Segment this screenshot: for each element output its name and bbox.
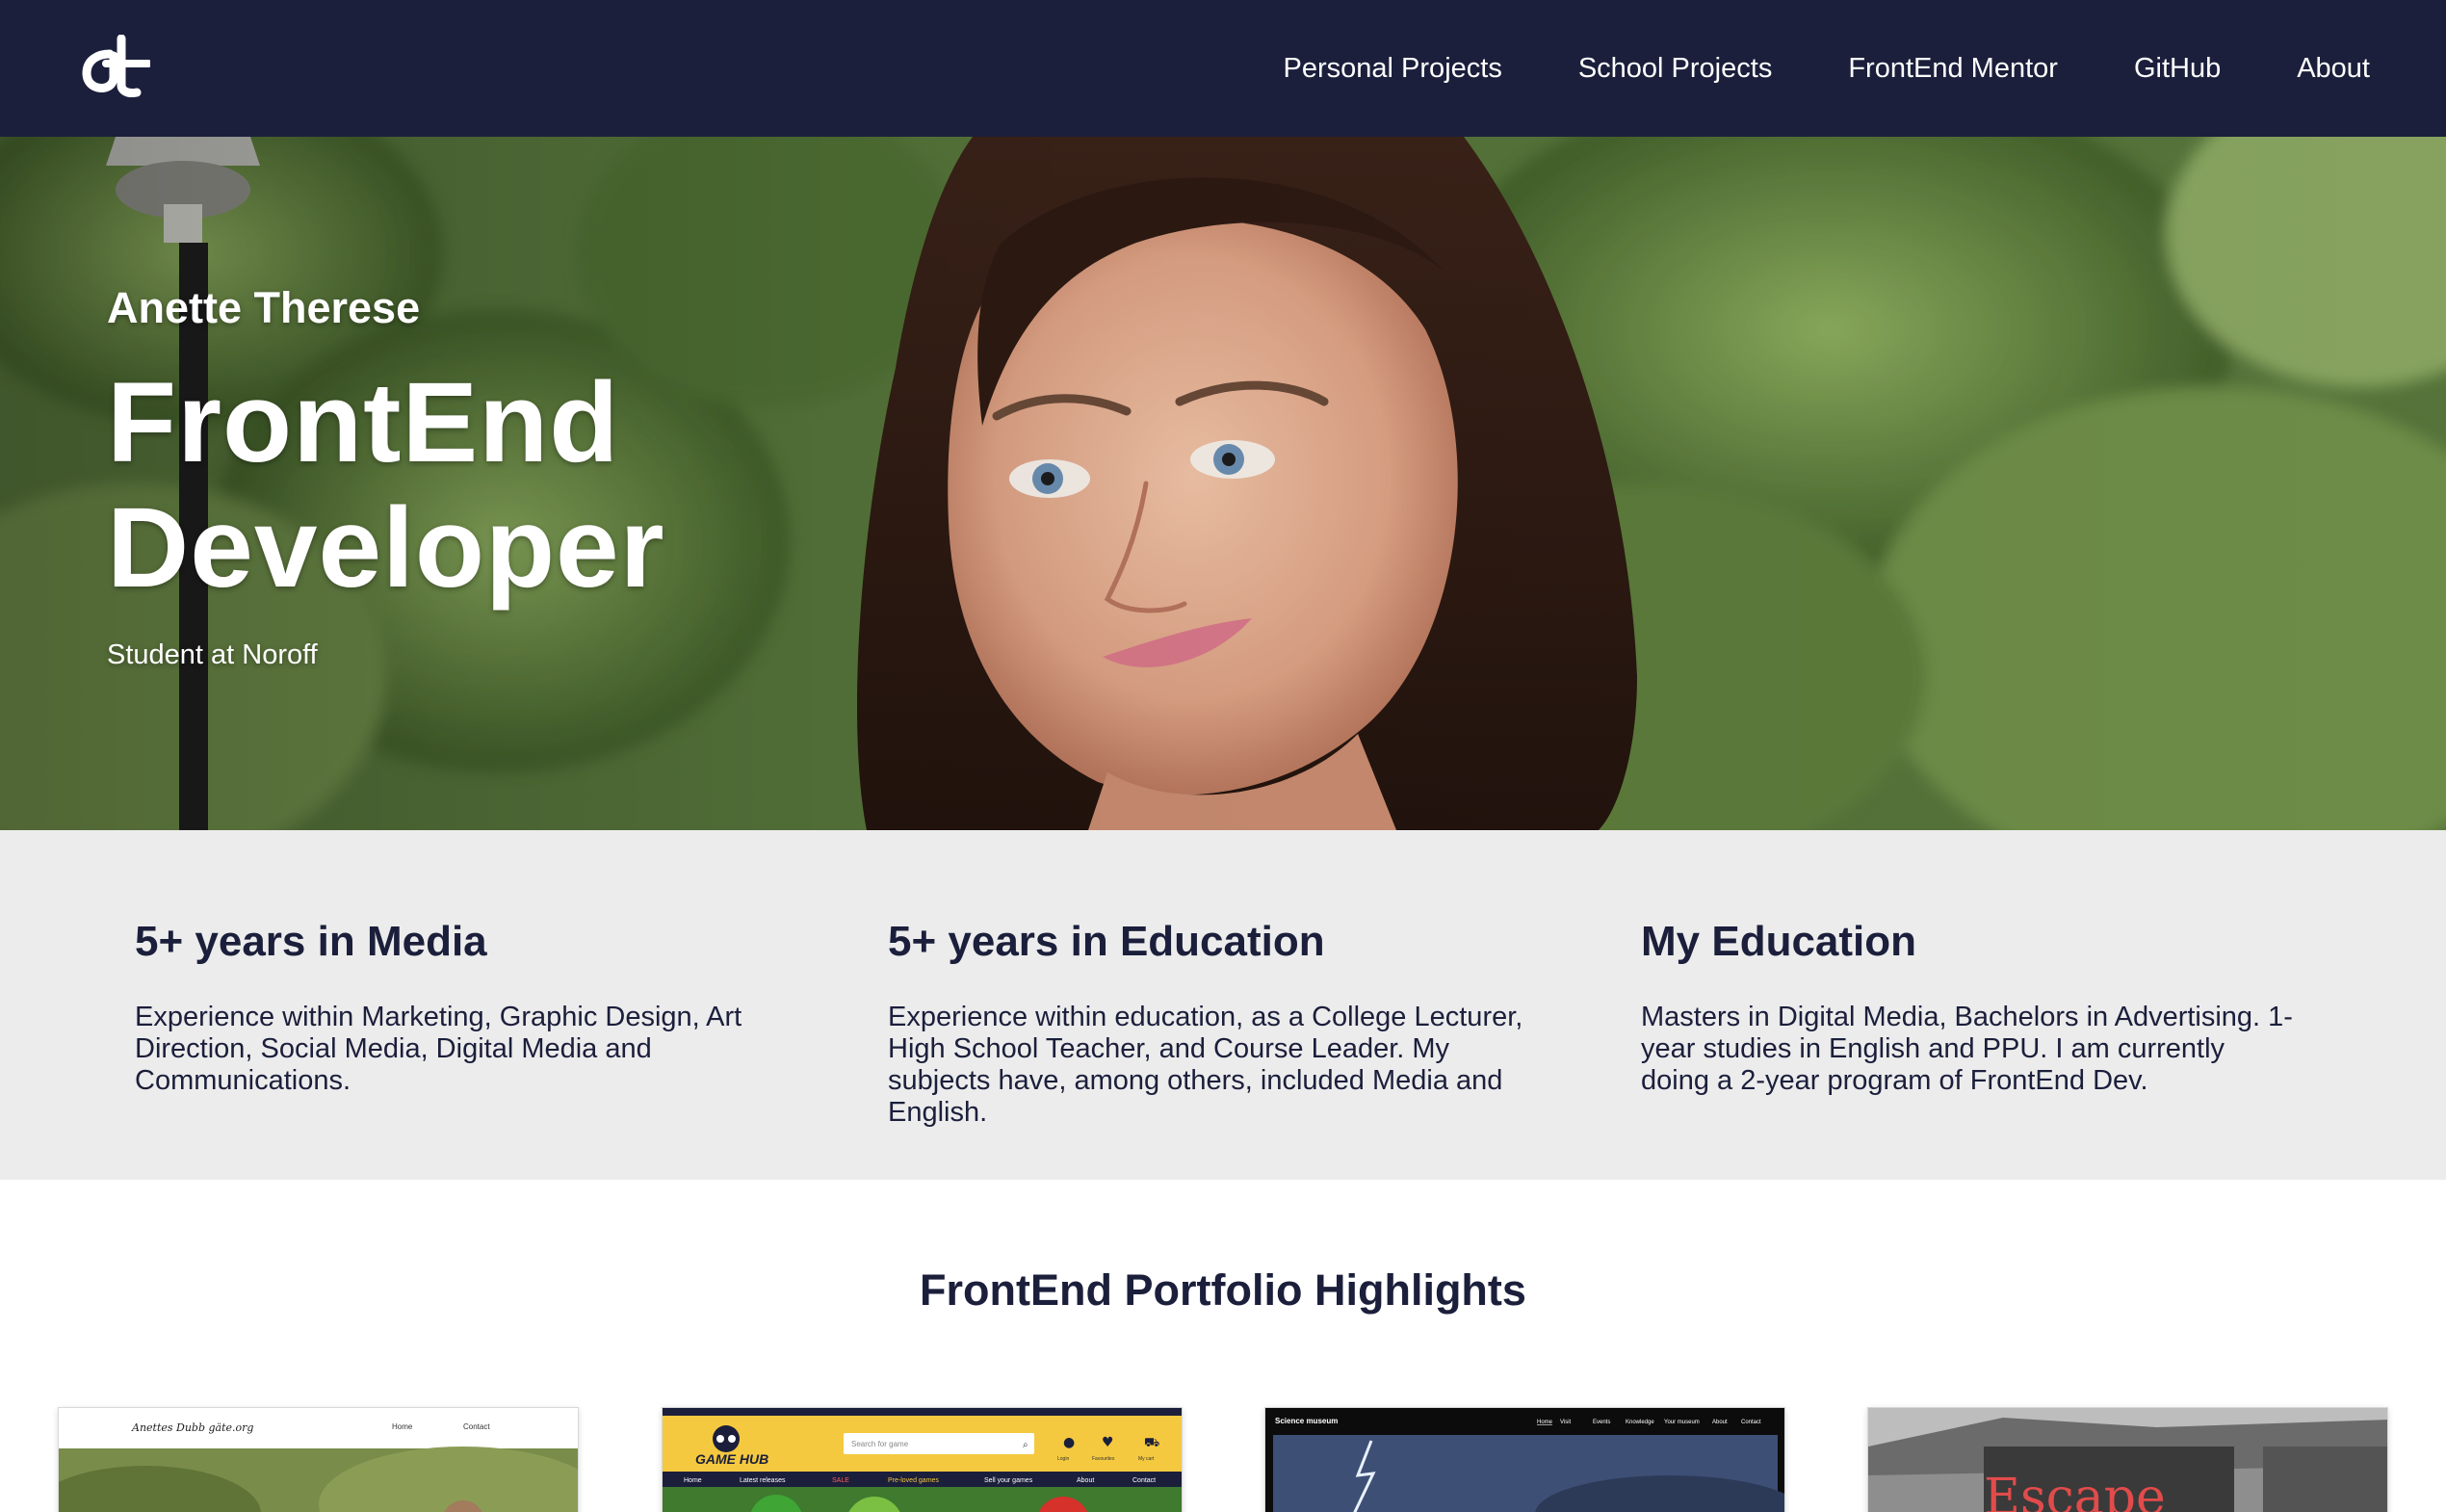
card2-cart-icon: ⛟ (1144, 1436, 1159, 1450)
card2-nav-preloved: Pre-loved games (888, 1477, 939, 1484)
hero-title: FrontEnd Developer (107, 360, 665, 611)
portfolio-card-photography[interactable]: Anettes Dubb gäte.org Home Contact (58, 1407, 579, 1512)
card4-sign-text: Escape (1984, 1469, 2166, 1512)
card3-logo: Science museum (1275, 1417, 1338, 1425)
logo-icon[interactable] (81, 35, 150, 98)
card3-nav-about: About (1712, 1420, 1728, 1425)
card2-search: Search for game (851, 1440, 909, 1448)
card3-nav-your-museum: Your museum (1664, 1420, 1700, 1425)
card2-nav-latest: Latest releases (740, 1477, 786, 1484)
card3-nav-home: Home (1537, 1420, 1553, 1425)
card1-site-title: Anettes Dubb gäte.org (131, 1421, 253, 1434)
hero-title-line1: FrontEnd (107, 359, 620, 486)
hero-name: Anette Therese (107, 283, 421, 332)
highlights-title: FrontEnd Portfolio Highlights (920, 1265, 1526, 1315)
info-heading: My Education (1641, 918, 1917, 965)
info-heading: 5+ years in Education (888, 918, 1325, 965)
card-thumbnail: Science museum Home Visit Events Knowled… (1265, 1408, 1784, 1512)
card3-nav-contact: Contact (1741, 1420, 1761, 1425)
card2-nav-sale: SALE (832, 1477, 849, 1484)
card2-search-icon: ⌕ (1023, 1440, 1028, 1450)
info-media: 5+ years in Media Experience within Mark… (135, 917, 790, 1097)
info-education-experience: 5+ years in Education Experience within … (888, 917, 1543, 1129)
card2-nav-home: Home (684, 1477, 702, 1484)
hero-section: Anette Therese FrontEnd Developer Studen… (0, 137, 2446, 830)
card2-label-login: Login (1057, 1456, 1069, 1462)
card2-label-favourites: Favourites (1092, 1456, 1115, 1462)
card1-nav-home: Home (392, 1422, 413, 1431)
portfolio-card-escape[interactable]: Escape (1867, 1407, 2388, 1512)
card3-nav-events: Events (1593, 1420, 1610, 1425)
info-text: Experience within education, as a Colleg… (888, 1002, 1523, 1128)
card2-nav-sell: Sell your games (984, 1477, 1033, 1484)
portfolio-card-game-hub[interactable]: GAME HUB Search for game ⌕ ● ♥ ⛟ Login F… (662, 1407, 1183, 1512)
card2-logo: GAME HUB (695, 1451, 768, 1467)
card-thumbnail: Escape (1868, 1408, 2387, 1512)
card2-user-icon: ● (1063, 1435, 1075, 1450)
card2-nav-contact: Contact (1132, 1477, 1156, 1484)
main-nav: Personal Projects School Projects FrontE… (1284, 0, 2370, 137)
card2-heart-icon: ♥ (1102, 1435, 1114, 1450)
card-thumbnail: GAME HUB Search for game ⌕ ● ♥ ⛟ Login F… (663, 1408, 1182, 1512)
card3-nav-visit: Visit (1560, 1420, 1572, 1425)
card-thumbnail: Anettes Dubb gäte.org Home Contact (59, 1408, 578, 1512)
nav-link-about[interactable]: About (2297, 53, 2370, 85)
card3-nav-knowledge: Knowledge (1626, 1420, 1654, 1425)
portfolio-card-science-museum[interactable]: Science museum Home Visit Events Knowled… (1264, 1407, 1785, 1512)
info-my-education: My Education Masters in Digital Media, B… (1641, 917, 2296, 1097)
nav-link-school-projects[interactable]: School Projects (1578, 53, 1773, 85)
nav-link-github[interactable]: GitHub (2134, 53, 2221, 85)
nav-link-frontend-mentor[interactable]: FrontEnd Mentor (1848, 53, 2058, 85)
nav-link-personal-projects[interactable]: Personal Projects (1284, 53, 1502, 85)
info-section: 5+ years in Media Experience within Mark… (0, 830, 2446, 1180)
hero-subtitle: Student at Noroff (107, 639, 318, 670)
info-heading: 5+ years in Media (135, 918, 487, 965)
hero-text: Anette Therese FrontEnd Developer Studen… (107, 283, 665, 671)
card1-nav-contact: Contact (463, 1422, 490, 1431)
info-text: Experience within Marketing, Graphic Des… (135, 1002, 742, 1096)
top-navbar: Personal Projects School Projects FrontE… (0, 0, 2446, 137)
info-text: Masters in Digital Media, Bachelors in A… (1641, 1002, 2293, 1096)
hero-title-line2: Developer (107, 484, 665, 612)
card2-nav-about: About (1077, 1477, 1094, 1484)
card2-label-cart: My cart (1138, 1456, 1155, 1462)
